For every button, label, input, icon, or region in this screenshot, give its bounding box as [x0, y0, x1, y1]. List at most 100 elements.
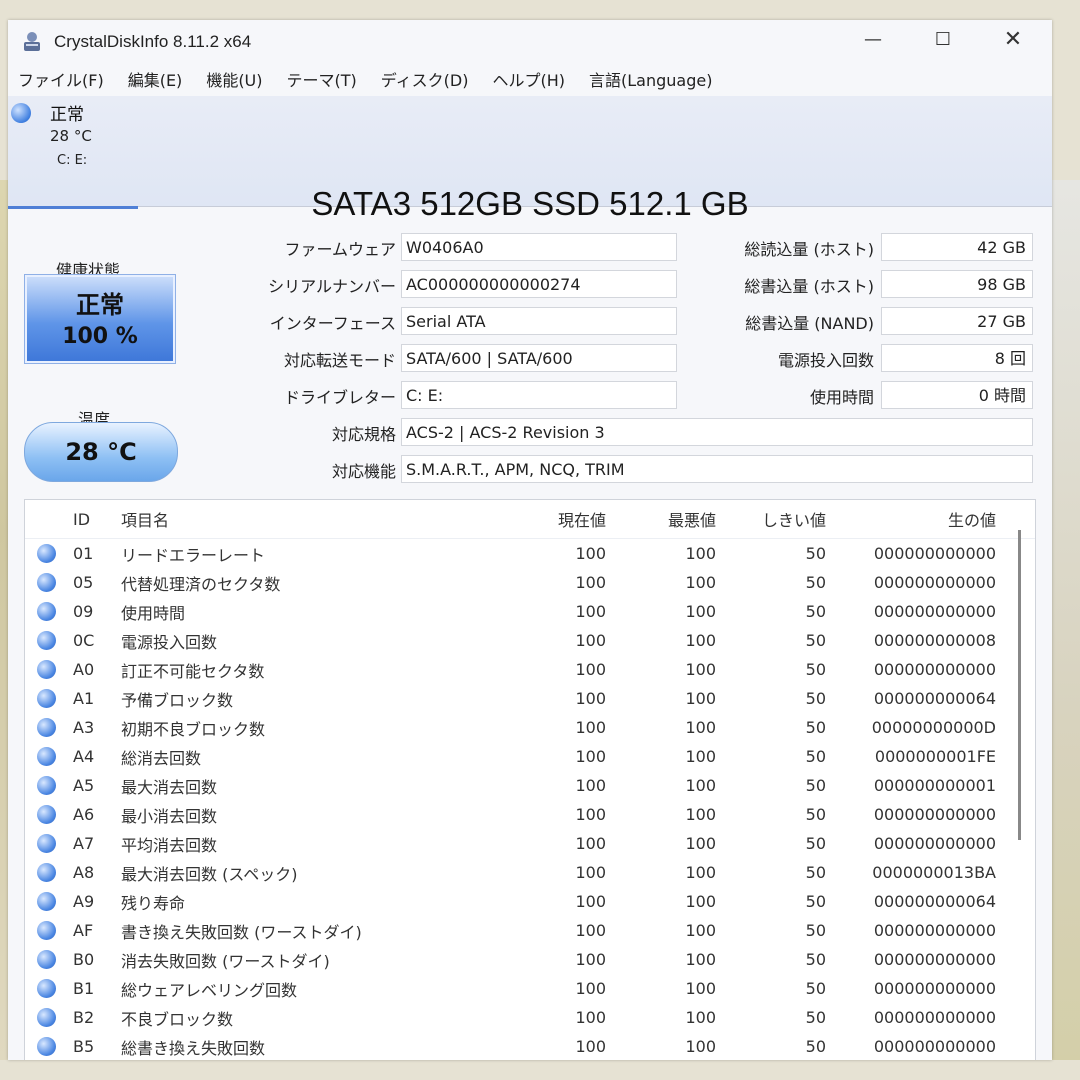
row-current: 100	[575, 892, 606, 911]
row-raw: 000000000000	[873, 950, 996, 969]
title-bar[interactable]: CrystalDiskInfo 8.11.2 x64 — ☐ ✕	[8, 20, 1052, 62]
row-worst: 100	[685, 805, 716, 824]
row-name: 初期不良ブロック数	[121, 719, 266, 739]
table-row[interactable]: A3 初期不良ブロック数 100 100 50 00000000000D	[25, 713, 1035, 742]
row-raw: 00000000000D	[871, 718, 996, 737]
menu-function[interactable]: 機能(U)	[206, 67, 262, 91]
row-name: 最小消去回数	[121, 806, 218, 826]
row-id: A0	[73, 660, 95, 679]
table-row[interactable]: A0 訂正不可能セクタ数 100 100 50 000000000000	[25, 655, 1035, 684]
health-status-button[interactable]: 正常 100 %	[24, 274, 176, 364]
table-row[interactable]: A9 残り寿命 100 100 50 000000000064	[25, 887, 1035, 916]
table-row[interactable]: A5 最大消去回数 100 100 50 000000000001	[25, 771, 1035, 800]
disk-tab-status: 正常	[50, 105, 84, 125]
row-id: B5	[73, 1037, 95, 1056]
row-threshold: 50	[805, 805, 826, 824]
row-status-cell	[25, 1032, 73, 1060]
row-current: 100	[575, 660, 606, 679]
table-row[interactable]: B5 総書き換え失敗回数 100 100 50 000000000000	[25, 1032, 1035, 1060]
drive-letter-value: C: E:	[401, 381, 677, 409]
status-dot-icon	[37, 718, 56, 737]
features-label: 対応機能	[331, 462, 396, 481]
menu-language[interactable]: 言語(Language)	[589, 67, 712, 91]
row-current: 100	[575, 718, 606, 737]
table-row[interactable]: A6 最小消去回数 100 100 50 000000000000	[25, 800, 1035, 829]
row-threshold: 50	[805, 950, 826, 969]
row-name: 総消去回数	[121, 748, 202, 768]
row-id: B2	[73, 1008, 95, 1027]
table-row[interactable]: 09 使用時間 100 100 50 000000000000	[25, 597, 1035, 626]
table-row[interactable]: A8 最大消去回数 (スペック) 100 100 50 0000000013BA	[25, 858, 1035, 887]
table-row[interactable]: B1 総ウェアレベリング回数 100 100 50 000000000000	[25, 974, 1035, 1003]
table-row[interactable]: A1 予備ブロック数 100 100 50 000000000064	[25, 684, 1035, 713]
health-status-text: 正常	[76, 291, 124, 319]
row-worst: 100	[685, 573, 716, 592]
table-row[interactable]: B2 不良ブロック数 100 100 50 000000000000	[25, 1003, 1035, 1032]
table-row[interactable]: A7 平均消去回数 100 100 50 000000000000	[25, 829, 1035, 858]
status-dot-icon	[37, 776, 56, 795]
header-worst[interactable]: 最悪値	[606, 507, 716, 531]
row-status-cell	[25, 887, 73, 916]
menu-edit[interactable]: 編集(E)	[128, 67, 183, 91]
status-dot-icon	[37, 921, 56, 940]
row-current: 100	[575, 805, 606, 824]
smart-table-header: ID 項目名 現在値 最悪値 しきい値 生の値	[25, 500, 1035, 539]
smart-table[interactable]: ID 項目名 現在値 最悪値 しきい値 生の値 01 リードエラーレート 100 10…	[24, 499, 1036, 1060]
row-worst: 100	[685, 776, 716, 795]
row-current: 100	[575, 863, 606, 882]
row-id: A6	[73, 805, 95, 824]
smart-table-scrollbar[interactable]	[1018, 530, 1021, 840]
smart-table-body: 01 リードエラーレート 100 100 50 000000000000 05 代替処理済のセ…	[25, 539, 1035, 1060]
row-worst: 100	[685, 979, 716, 998]
table-row[interactable]: 0C 電源投入回数 100 100 50 000000000008	[25, 626, 1035, 655]
power-hours-value: 0 時間	[881, 381, 1033, 409]
table-row[interactable]: AF 書き換え失敗回数 (ワーストダイ) 100 100 50 000000000000	[25, 916, 1035, 945]
row-threshold: 50	[805, 544, 826, 563]
status-dot-icon	[37, 660, 56, 679]
row-worst: 100	[685, 950, 716, 969]
row-name: 書き換え失敗回数 (ワーストダイ)	[121, 922, 362, 942]
close-button[interactable]: ✕	[990, 24, 1036, 56]
transfer-mode-label: 対応転送モード	[283, 351, 396, 370]
interface-label: インターフェース	[269, 314, 396, 333]
table-row[interactable]: B0 消去失敗回数 (ワーストダイ) 100 100 50 000000000000	[25, 945, 1035, 974]
row-current: 100	[575, 631, 606, 650]
menu-disk[interactable]: ディスク(D)	[381, 67, 469, 91]
status-dot-icon	[37, 602, 56, 621]
row-current: 100	[575, 602, 606, 621]
temperature-button[interactable]: 28 °C	[24, 422, 178, 482]
header-current[interactable]: 現在値	[511, 507, 606, 531]
power-count-label: 電源投入回数	[777, 351, 874, 370]
header-name[interactable]: 項目名	[121, 507, 511, 531]
menu-theme[interactable]: テーマ(T)	[287, 67, 357, 91]
header-threshold[interactable]: しきい値	[716, 507, 826, 531]
row-raw: 000000000000	[873, 805, 996, 824]
row-name: 訂正不可能セクタ数	[121, 661, 265, 681]
row-id: A7	[73, 834, 95, 853]
row-status-cell	[25, 597, 73, 626]
row-status-cell	[25, 1003, 73, 1032]
row-threshold: 50	[805, 747, 826, 766]
status-dot-icon	[37, 834, 56, 853]
row-status-cell	[25, 626, 73, 655]
nand-writes-value: 27 GB	[881, 307, 1033, 335]
header-id[interactable]: ID	[73, 510, 121, 529]
row-raw: 000000000000	[873, 834, 996, 853]
table-row[interactable]: A4 総消去回数 100 100 50 0000000001FE	[25, 742, 1035, 771]
table-row[interactable]: 05 代替処理済のセクタ数 100 100 50 000000000000	[25, 568, 1035, 597]
maximize-button[interactable]: ☐	[920, 24, 966, 56]
row-worst: 100	[685, 892, 716, 911]
row-worst: 100	[685, 602, 716, 621]
minimize-button[interactable]: —	[850, 24, 896, 56]
row-status-cell	[25, 684, 73, 713]
table-row[interactable]: 01 リードエラーレート 100 100 50 000000000000	[25, 539, 1035, 568]
row-worst: 100	[685, 1008, 716, 1027]
features-value: S.M.A.R.T., APM, NCQ, TRIM	[401, 455, 1033, 483]
row-current: 100	[575, 747, 606, 766]
header-raw[interactable]: 生の値	[826, 507, 996, 531]
menu-help[interactable]: ヘルプ(H)	[492, 67, 565, 91]
row-status-cell	[25, 713, 73, 742]
row-status-cell	[25, 742, 73, 771]
row-worst: 100	[685, 718, 716, 737]
menu-file[interactable]: ファイル(F)	[18, 67, 104, 91]
